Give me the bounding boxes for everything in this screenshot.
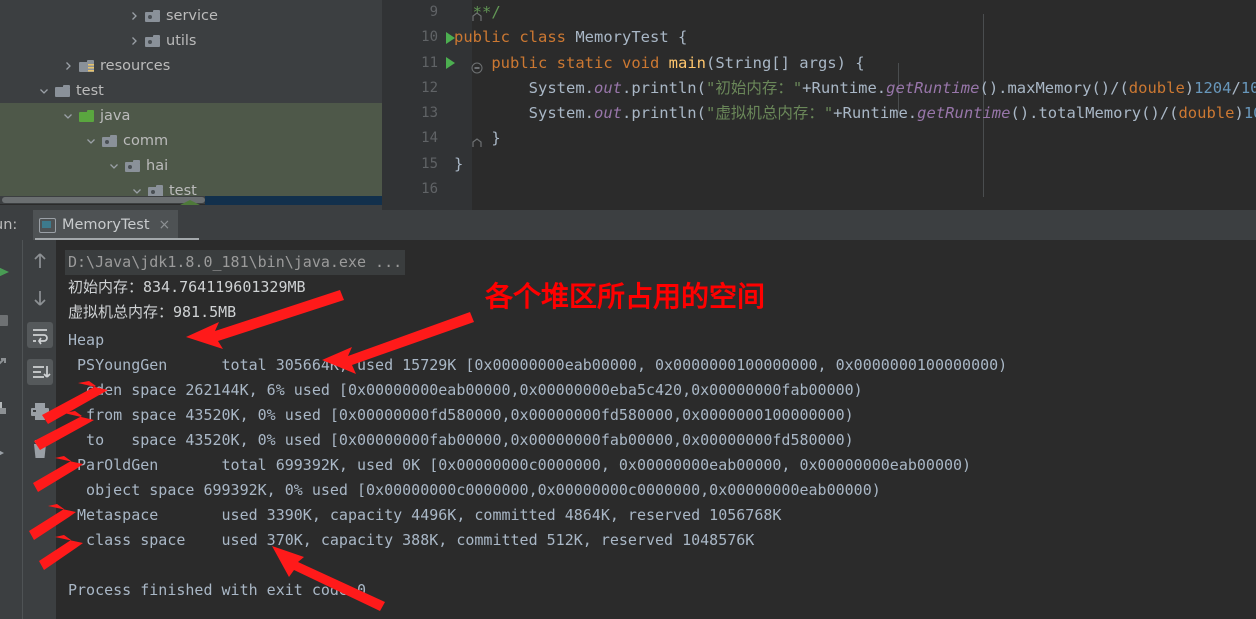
- code-line: 11 public static void main(String[] args…: [382, 51, 1256, 76]
- line-number[interactable]: 9: [382, 0, 438, 25]
- tree-item-utils[interactable]: utils: [0, 28, 382, 53]
- ide-window: service utils resources test java comm hai test…: [0, 0, 1256, 619]
- line-number[interactable]: 10: [382, 25, 438, 50]
- code-line: 16: [382, 177, 1256, 202]
- console-line: Process finished with exit code 0: [68, 581, 367, 599]
- console-line: Heap: [68, 331, 105, 349]
- chevron-right-icon[interactable]: [128, 35, 140, 47]
- rerun-icon[interactable]: [0, 264, 12, 283]
- chevron-right-icon[interactable]: [62, 60, 74, 72]
- tree-item-service[interactable]: service: [0, 3, 382, 28]
- run-side-toolbar-left[interactable]: [0, 240, 22, 619]
- resources-folder-icon: [79, 59, 94, 72]
- code-line: 10 public class MemoryTest {: [382, 25, 1256, 50]
- chevron-down-icon[interactable]: [108, 160, 120, 172]
- console-line: class space used 370K, capacity 388K, co…: [68, 531, 755, 549]
- tree-item-hai[interactable]: hai: [0, 153, 382, 178]
- console-line: D:\Java\jdk1.8.0_181\bin\java.exe ...: [65, 250, 406, 275]
- up-arrow-icon[interactable]: [27, 248, 53, 274]
- scroll-to-end-icon[interactable]: [27, 359, 53, 385]
- code-line: 14 }: [382, 126, 1256, 151]
- code-text: System.out.println("初始内存："+Runtime.getRu…: [454, 78, 1256, 97]
- code-lines: 9 **/10 public class MemoryTest {11 publi…: [382, 0, 1256, 202]
- console-line: from space 43520K, 0% used [0x00000000fd…: [68, 406, 854, 424]
- line-number[interactable]: 16: [382, 177, 438, 202]
- code-text: public class MemoryTest {: [454, 28, 688, 47]
- tree-item-label: test: [76, 82, 104, 99]
- line-number[interactable]: 14: [382, 126, 438, 151]
- tree-item-label: test: [169, 182, 197, 197]
- console-line: 虚拟机总内存：981.5MB: [68, 303, 237, 321]
- tree-item-test[interactable]: test: [0, 178, 382, 196]
- tree-item-label: comm: [123, 132, 169, 149]
- chevron-down-icon[interactable]: [131, 185, 143, 197]
- console-line: eden space 262144K, 6% used [0x00000000e…: [68, 381, 863, 399]
- package-folder-icon: [125, 159, 140, 172]
- package-folder-icon: [102, 134, 117, 147]
- tree-item-label: java: [100, 107, 131, 124]
- tree-item-java[interactable]: java: [0, 103, 382, 128]
- expand-collapse-icon[interactable]: [0, 445, 10, 465]
- soft-wrap-icon[interactable]: [27, 322, 53, 348]
- run-tab-bar: un: MemoryTest ×: [0, 210, 1256, 240]
- green-folder-icon: [79, 109, 94, 122]
- code-text: **/: [472, 3, 501, 21]
- annotation-note: 各个堆区所占用的空间: [485, 280, 766, 313]
- code-text: public static void main(String[] args) {: [491, 53, 865, 72]
- tree-item-test[interactable]: test: [0, 78, 382, 103]
- rerun-failed-tests-icon[interactable]: [0, 355, 11, 375]
- top-area: service utils resources test java comm hai test…: [0, 0, 1256, 210]
- plain-folder-icon: [55, 84, 70, 97]
- tree-item-label: resources: [100, 57, 171, 74]
- line-number[interactable]: 12: [382, 76, 438, 101]
- package-folder-icon: [145, 9, 160, 22]
- tree-item-label: utils: [166, 32, 197, 49]
- stop-icon[interactable]: [0, 312, 10, 332]
- run-side-toolbar[interactable]: [23, 240, 56, 619]
- print-icon[interactable]: [27, 398, 53, 424]
- package-folder-icon: [148, 184, 163, 196]
- console-line: to space 43520K, 0% used [0x00000000fab0…: [68, 431, 854, 449]
- close-icon[interactable]: ×: [159, 218, 171, 232]
- line-number[interactable]: 15: [382, 152, 438, 177]
- code-text: System.out.println("虚拟机总内存："+Runtime.get…: [454, 104, 1256, 123]
- tree-item-resources[interactable]: resources: [0, 53, 382, 78]
- console-window-icon: [39, 218, 56, 233]
- down-arrow-icon[interactable]: [27, 285, 53, 311]
- run-panel: un: MemoryTest ×: [0, 210, 1256, 619]
- tree-status-strip: [180, 196, 382, 205]
- console-line: PSYoungGen total 305664K, used 15729K [0…: [68, 356, 1008, 374]
- scrollbar-thumb[interactable]: [2, 197, 205, 203]
- package-folder-icon: [145, 34, 160, 47]
- line-number[interactable]: 11: [382, 51, 438, 76]
- project-tree[interactable]: service utils resources test java comm hai test: [0, 0, 382, 196]
- chevron-down-icon[interactable]: [62, 110, 74, 122]
- tree-item-comm[interactable]: comm: [0, 128, 382, 153]
- code-text: }: [454, 154, 464, 173]
- run-tab-memorytest[interactable]: MemoryTest ×: [33, 210, 179, 240]
- code-editor[interactable]: 9 **/10 public class MemoryTest {11 publi…: [382, 0, 1256, 210]
- code-line: 9 **/: [382, 0, 1256, 25]
- console-line: ParOldGen total 699392K, used 0K [0x0000…: [68, 456, 972, 474]
- console-line: 初始内存：834.764119601329MB: [68, 278, 306, 296]
- pin-tab-icon[interactable]: [0, 400, 12, 420]
- chevron-down-icon[interactable]: [38, 85, 50, 97]
- chevron-down-icon[interactable]: [85, 135, 97, 147]
- chevron-right-icon[interactable]: [128, 10, 140, 22]
- run-tab-label: MemoryTest: [62, 217, 150, 233]
- console-line: object space 699392K, 0% used [0x0000000…: [68, 481, 881, 499]
- code-line: 13 System.out.println("虚拟机总内存："+Runtime.…: [382, 101, 1256, 126]
- console-line: Metaspace used 3390K, capacity 4496K, co…: [68, 506, 782, 524]
- code-line: 12 System.out.println("初始内存："+Runtime.ge…: [382, 76, 1256, 101]
- trash-icon[interactable]: [27, 436, 53, 462]
- code-line: 15}: [382, 152, 1256, 177]
- line-number[interactable]: 13: [382, 101, 438, 126]
- code-text: }: [454, 129, 501, 148]
- tree-item-label: service: [166, 7, 218, 24]
- tree-item-label: hai: [146, 157, 169, 174]
- run-label: un:: [0, 217, 18, 233]
